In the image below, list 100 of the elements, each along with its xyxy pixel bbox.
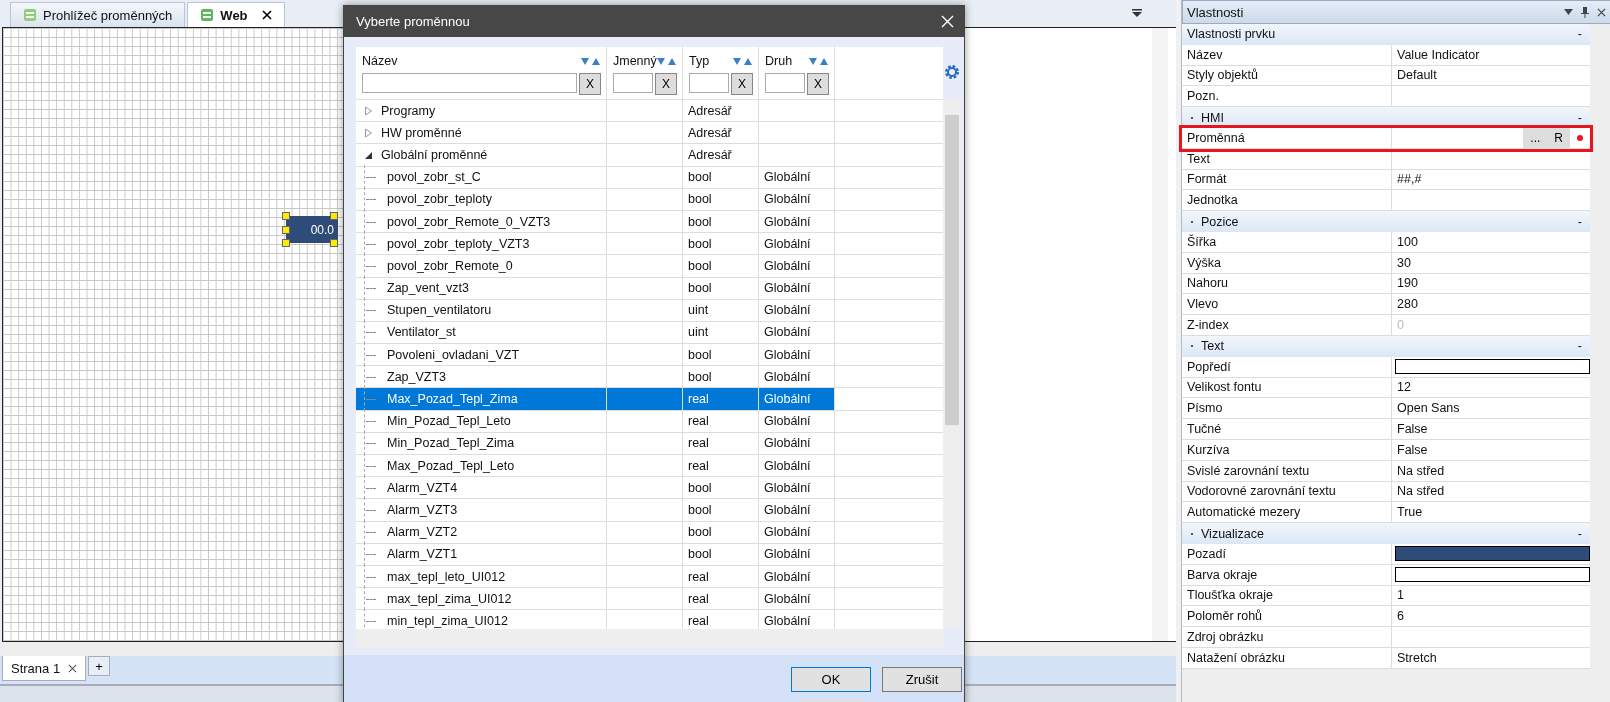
color-swatch[interactable]	[1395, 567, 1590, 583]
variable-name: Zap_vent_vzt3	[387, 281, 469, 296]
variable-row[interactable]: Ventilator_st uint Globální	[356, 321, 943, 345]
sort-icon[interactable]	[657, 56, 677, 66]
variable-row[interactable]: Min_Pozad_Tepl_Leto real Globální	[356, 410, 943, 433]
scope-cell: Globální	[764, 170, 811, 185]
property-label: Pozadí	[1187, 546, 1226, 561]
type-cell: real	[688, 458, 709, 473]
variable-row[interactable]: Stupen_ventilatoru uint Globální	[356, 299, 943, 322]
clear-filter-button[interactable]: X	[731, 73, 753, 95]
type-cell: bool	[688, 547, 712, 562]
editor-tab[interactable]: Web	[187, 2, 285, 27]
property-value[interactable]: 12	[1397, 380, 1411, 395]
property-value[interactable]: True	[1397, 505, 1423, 520]
scrollbar[interactable]	[1152, 28, 1168, 641]
section-header[interactable]: Pozice -	[1182, 211, 1590, 232]
variable-row[interactable]: povol_zobr_Remote_0 bool Globální	[356, 255, 943, 278]
property-value[interactable]: 100	[1397, 234, 1418, 249]
sort-icon[interactable]	[733, 56, 753, 66]
variable-row[interactable]: Alarm_VZT2 bool Globální	[356, 521, 943, 544]
property-value[interactable]: ##,#	[1397, 172, 1422, 187]
variable-row[interactable]: Zap_vent_vzt3 bool Globální	[356, 277, 943, 300]
variable-row[interactable]: povol_zobr_st_C bool Globální	[356, 166, 943, 189]
color-swatch[interactable]	[1395, 359, 1590, 375]
sort-icon[interactable]	[581, 56, 601, 66]
property-label: Styly objektů	[1187, 68, 1258, 83]
variable-row[interactable]: Max_Pozad_Tepl_Leto real Globální	[356, 455, 943, 478]
variable-row[interactable]: povol_zobr_teploty_VZT3 bool Globální	[356, 233, 943, 256]
property-value[interactable]: Open Sans	[1397, 401, 1460, 416]
variable-row[interactable]: Globální proměnné Adresář	[356, 144, 943, 167]
variable-name: Max_Pozad_Tepl_Leto	[387, 458, 515, 473]
property-label: Vlevo	[1187, 297, 1219, 312]
clear-filter-button[interactable]: X	[655, 73, 677, 95]
variable-row[interactable]: Programy Adresář	[356, 100, 943, 123]
scope-cell: Globální	[764, 192, 811, 207]
filter-field[interactable]	[362, 73, 577, 93]
sort-icon[interactable]	[809, 56, 829, 66]
property-value[interactable]: Default	[1397, 68, 1437, 83]
property-value[interactable]: Na střed	[1397, 484, 1445, 499]
settings-icon[interactable]	[943, 63, 961, 81]
variable-name: Min_Pozad_Tepl_Zima	[387, 436, 515, 451]
clear-filter-button[interactable]: X	[807, 73, 829, 95]
clear-filter-button[interactable]: X	[579, 73, 601, 95]
section-header[interactable]: Text -	[1182, 335, 1590, 357]
ok-button[interactable]: OK	[791, 666, 871, 692]
type-cell: real	[688, 591, 709, 606]
page-tab[interactable]: Strana 1	[2, 656, 87, 681]
property-value[interactable]: 6	[1397, 609, 1404, 624]
variable-row[interactable]: Povoleni_ovladani_VZT bool Globální	[356, 344, 943, 367]
pin-icon[interactable]	[1581, 6, 1589, 18]
variable-row[interactable]: povol_zobr_Remote_0_VZT3 bool Globální	[356, 210, 943, 234]
property-value[interactable]: False	[1397, 422, 1428, 437]
close-icon[interactable]	[1597, 7, 1606, 17]
column-header[interactable]: Jmenný	[613, 54, 657, 68]
section-header[interactable]: HMI -	[1182, 107, 1590, 128]
type-cell: bool	[688, 214, 712, 229]
column-header[interactable]: Typ	[689, 54, 710, 68]
folder-name: Globální proměnné	[381, 147, 488, 162]
scrollbar[interactable]	[356, 629, 943, 648]
filter-field[interactable]	[689, 73, 729, 93]
close-icon[interactable]	[261, 10, 272, 20]
add-page-button[interactable]: +	[88, 656, 111, 676]
editor-tab[interactable]: Prohlížeč proměnných	[10, 2, 186, 27]
property-value[interactable]: Na střed	[1397, 463, 1445, 478]
variable-row[interactable]: Alarm_VZT1 bool Globální	[356, 543, 943, 566]
variable-row[interactable]: Min_Pozad_Tepl_Zima real Globální	[356, 432, 943, 455]
property-value[interactable]: Stretch	[1397, 650, 1437, 665]
property-value[interactable]: 30	[1397, 255, 1411, 270]
property-value[interactable]: 1	[1397, 588, 1404, 603]
variable-row[interactable]: Max_Pozad_Tepl_Zima real Globální	[356, 388, 943, 411]
variable-row[interactable]: Alarm_VZT3 bool Globální	[356, 499, 943, 522]
scope-cell: Globální	[764, 613, 811, 628]
type-cell: uint	[688, 325, 709, 340]
property-value[interactable]: 280	[1397, 297, 1418, 312]
section-header[interactable]: Vlastnosti prvku -	[1182, 24, 1590, 45]
property-label: Pozn.	[1187, 89, 1219, 104]
cancel-button[interactable]: Zrušit	[882, 666, 962, 692]
property-label: Barva okraje	[1187, 567, 1258, 582]
scope-cell: Globální	[764, 480, 811, 495]
scrollbar[interactable]	[943, 99, 961, 628]
section-header[interactable]: Vizualizace -	[1182, 523, 1590, 544]
property-label: Tučné	[1187, 422, 1222, 437]
color-swatch[interactable]	[1395, 546, 1590, 562]
variable-row[interactable]: max_tepl_leto_UI012 real Globální	[356, 565, 943, 589]
filter-field[interactable]	[613, 73, 653, 93]
close-icon[interactable]	[68, 663, 78, 673]
property-value[interactable]: False	[1397, 442, 1428, 457]
column-header[interactable]: Název	[362, 54, 398, 68]
variable-row[interactable]: max_tepl_zima_UI012 real Globální	[356, 588, 943, 611]
property-value[interactable]: Value Indicator	[1397, 47, 1480, 62]
filter-field[interactable]	[765, 73, 805, 93]
property-value[interactable]: 190	[1397, 276, 1418, 291]
dropdown-icon[interactable]	[1564, 9, 1573, 15]
property-label: Text	[1187, 151, 1210, 166]
column-header[interactable]: Druh	[765, 54, 793, 68]
variable-row[interactable]: HW proměnné Adresář	[356, 122, 943, 145]
variable-row[interactable]: povol_zobr_teploty bool Globální	[356, 188, 943, 211]
variable-row[interactable]: Alarm_VZT4 bool Globální	[356, 477, 943, 500]
tab-overflow-icon[interactable]	[1132, 8, 1142, 18]
variable-name: min_tepl_zima_UI012	[387, 613, 508, 628]
